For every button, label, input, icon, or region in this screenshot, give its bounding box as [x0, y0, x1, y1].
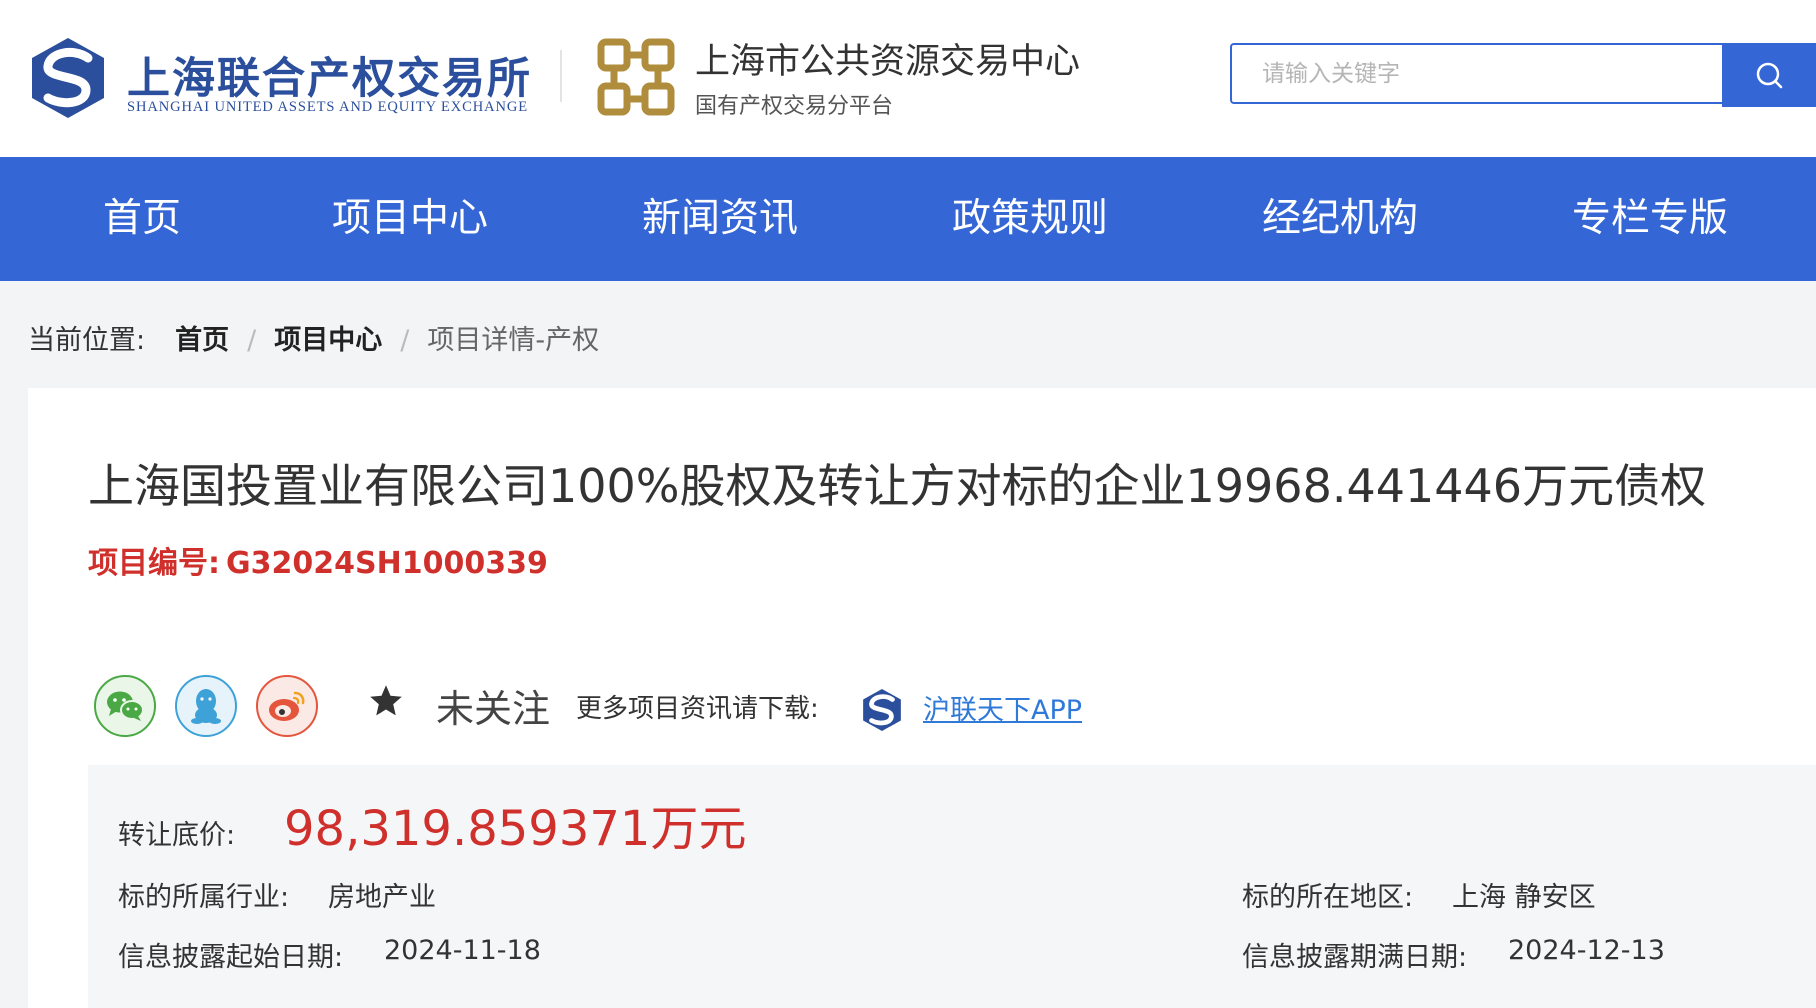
project-code-value: G32024SH1000339	[226, 546, 548, 581]
weibo-icon	[269, 691, 305, 721]
search-button[interactable]	[1722, 43, 1816, 107]
nav-item-news[interactable]: 新闻资讯	[642, 157, 798, 281]
public-resource-center-subtitle: 国有产权交易分平台	[695, 94, 894, 119]
industry-value: 房地产业	[328, 882, 436, 913]
disclosure-start-value: 2024-11-18	[384, 935, 541, 966]
sueE-logo-mark[interactable]	[28, 36, 108, 124]
share-qq-button[interactable]	[175, 675, 237, 737]
app-logo-icon	[860, 688, 904, 736]
share-weibo-button[interactable]	[256, 675, 318, 737]
breadcrumb-home-link[interactable]: 首页	[175, 325, 229, 356]
share-wechat-button[interactable]	[94, 675, 156, 737]
app-download-label: 更多项目资讯请下载:	[576, 694, 819, 724]
industry-label: 标的所属行业:	[118, 882, 290, 913]
breadcrumb: 当前位置: 首页 / 项目中心 / 项目详情-产权	[28, 318, 599, 357]
qq-icon	[191, 689, 221, 724]
project-code-label: 项目编号:	[88, 546, 220, 581]
breadcrumb-projects-link[interactable]: 项目中心	[274, 325, 382, 356]
breadcrumb-separator: /	[247, 325, 257, 356]
transfer-price-label: 转让底价:	[118, 820, 236, 851]
nav-item-columns[interactable]: 专栏专版	[1572, 157, 1728, 281]
nav-item-projects[interactable]: 项目中心	[332, 157, 488, 281]
region-label: 标的所在地区:	[1242, 882, 1414, 913]
project-info-panel: 转让底价: 98,319.859371万元 标的所属行业: 房地产业 标的所在地…	[88, 765, 1816, 1008]
breadcrumb-current: 项目详情-产权	[427, 325, 600, 356]
nav-item-home[interactable]: 首页	[103, 157, 181, 281]
follow-status[interactable]: 未关注	[436, 678, 550, 733]
header-divider	[560, 50, 562, 102]
follow-star-button[interactable]	[368, 683, 404, 723]
exchange-name-en: SHANGHAI UNITED ASSETS AND EQUITY EXCHAN…	[127, 99, 528, 115]
region-value: 上海 静安区	[1452, 882, 1596, 913]
star-icon	[370, 685, 402, 716]
public-resource-logo-mark[interactable]	[597, 38, 675, 120]
exchange-name-cn: 上海联合产权交易所	[127, 54, 532, 104]
site-header: 上海联合产权交易所 SHANGHAI UNITED ASSETS AND EQU…	[0, 0, 1816, 157]
project-code: 项目编号: G32024SH1000339	[88, 538, 548, 582]
app-download-link[interactable]: 沪联天下APP	[923, 688, 1082, 727]
transfer-price-value: 98,319.859371万元	[284, 801, 747, 857]
breadcrumb-separator: /	[400, 325, 410, 356]
disclosure-start-label: 信息披露起始日期:	[118, 942, 344, 973]
main-nav: 首页 项目中心 新闻资讯 政策规则 经纪机构 专栏专版	[0, 157, 1816, 281]
nav-item-policy[interactable]: 政策规则	[952, 157, 1108, 281]
public-resource-center-title: 上海市公共资源交易中心	[695, 42, 1081, 82]
project-title: 上海国投置业有限公司100%股权及转让方对标的企业19968.441446万元债…	[88, 459, 1707, 513]
disclosure-end-label: 信息披露期满日期:	[1242, 942, 1468, 973]
search-icon	[1756, 62, 1783, 89]
search-box	[1230, 43, 1722, 104]
nav-item-brokers[interactable]: 经纪机构	[1262, 157, 1418, 281]
wechat-icon	[107, 691, 144, 721]
project-detail-card: 上海国投置业有限公司100%股权及转让方对标的企业19968.441446万元债…	[28, 388, 1816, 1008]
disclosure-end-value: 2024-12-13	[1508, 935, 1665, 966]
breadcrumb-label: 当前位置:	[28, 325, 146, 356]
search-input[interactable]	[1232, 45, 1722, 102]
